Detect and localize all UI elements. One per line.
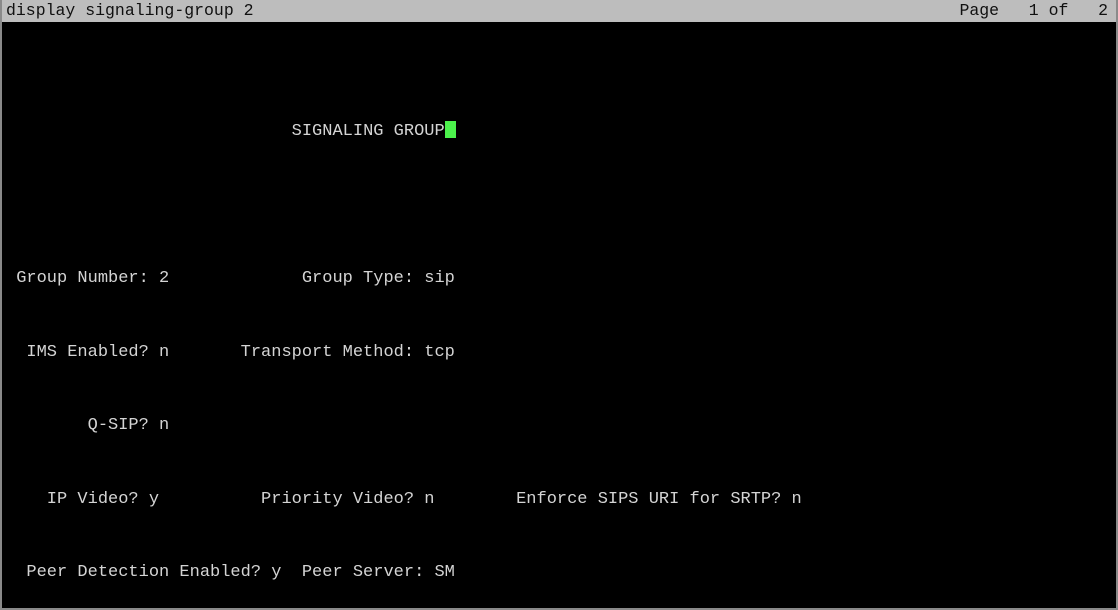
screen-line-ims-enabled[interactable]: IMS Enabled? n Transport Method: tcp [2,341,1116,366]
terminal-window[interactable]: display signaling-group 2 Page 1 of 2 SI… [0,0,1118,610]
text-cursor [444,121,456,138]
screen-line-q-sip[interactable]: Q-SIP? n [2,414,1116,439]
screen-line-group-number[interactable]: Group Number: 2 Group Type: sip [2,267,1116,292]
screen-line-ip-video[interactable]: IP Video? y Priority Video? n Enforce SI… [2,488,1116,513]
screen-title-spacer [67,122,291,141]
page-indicator: Page 1 of 2 [959,1,1108,20]
screen-line-peer-detection[interactable]: Peer Detection Enabled? y Peer Server: S… [2,561,1116,586]
command-line-text: display signaling-group 2 [6,1,254,20]
screen-title: SIGNALING GROUP [291,122,445,141]
screen-line [2,194,1116,219]
terminal-screen[interactable]: SIGNALING GROUP Group Number: 2 Group Ty… [2,22,1116,608]
terminal-status-bar: display signaling-group 2 Page 1 of 2 [2,0,1116,22]
screen-title-row: SIGNALING GROUP [2,96,1116,141]
